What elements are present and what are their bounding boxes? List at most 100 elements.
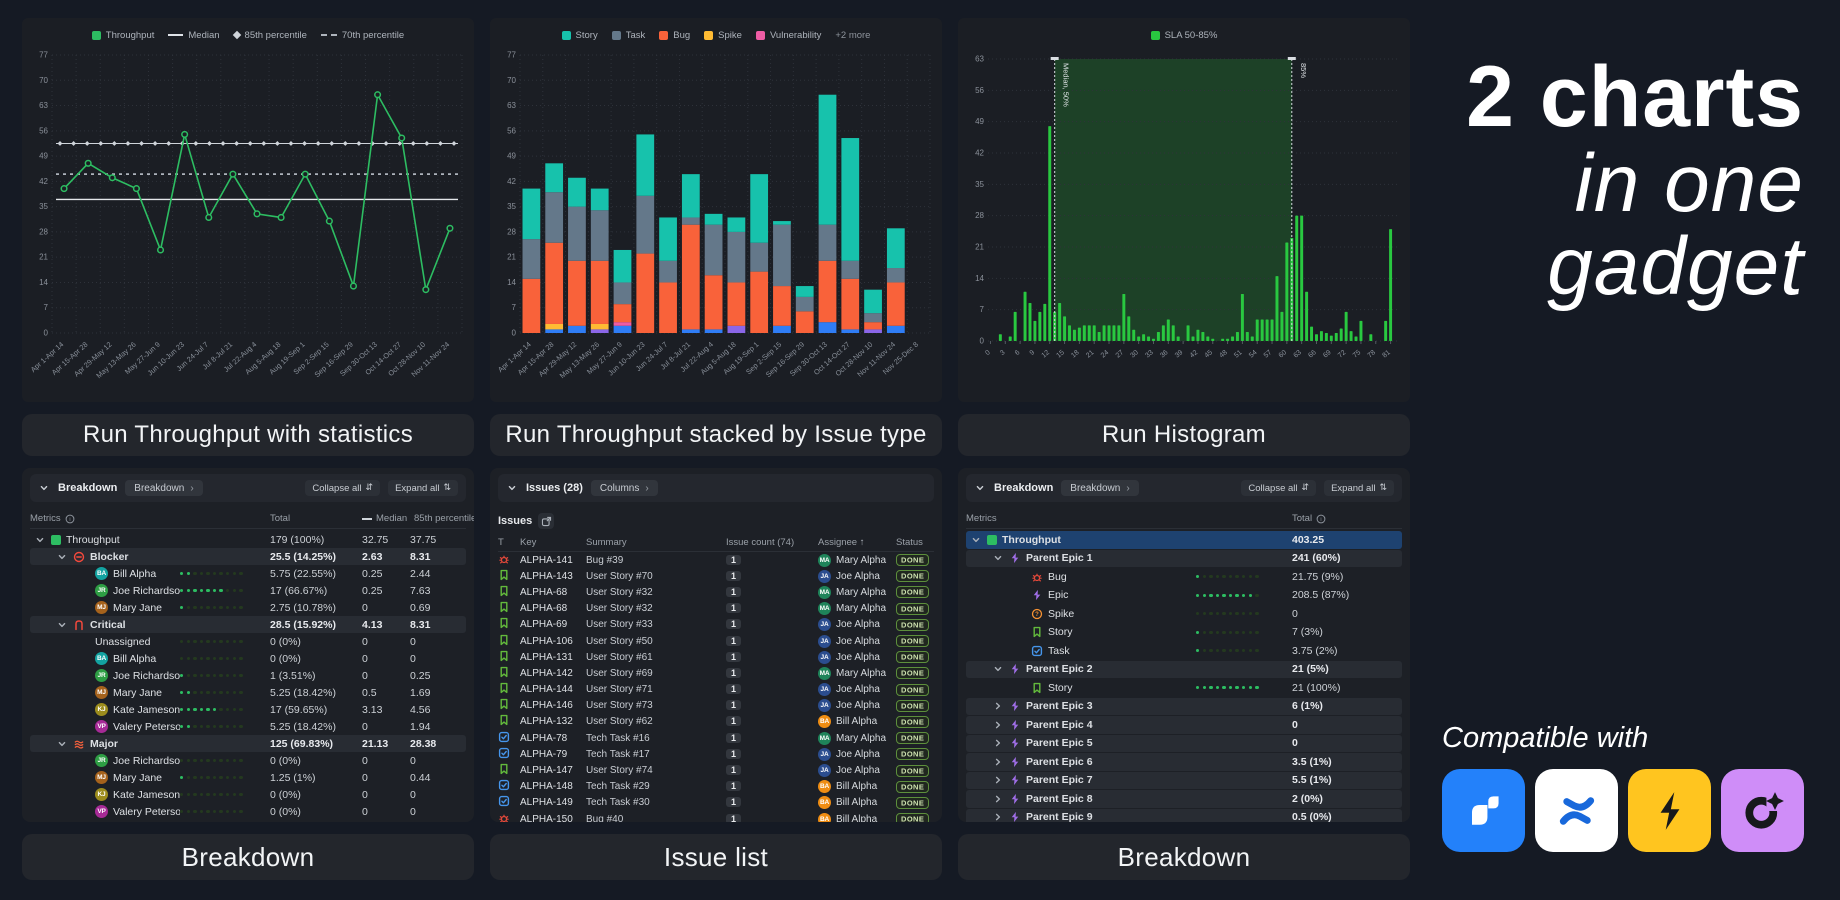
app-tile-confluence[interactable]: [1535, 769, 1618, 852]
legend-item[interactable]: Bug: [659, 30, 690, 41]
issue-row[interactable]: ALPHA-68 User Story #32 1 MAMary Alpha D…: [498, 601, 934, 617]
chevron-right-icon[interactable]: [993, 812, 1003, 822]
chevron-right-icon[interactable]: [993, 701, 1003, 711]
issue-key[interactable]: ALPHA-69: [520, 619, 586, 630]
breakdown-row[interactable]: Parent Epic 6 3.5 (1%): [966, 753, 1402, 771]
legend-item[interactable]: Story: [562, 30, 598, 41]
breakdown-row[interactable]: KJKate Jameson 0 (0%) 0 0: [30, 786, 466, 803]
breakdown-row[interactable]: Epic 208.5 (87%): [966, 587, 1402, 605]
legend-item[interactable]: Spike: [704, 30, 742, 41]
panel-breadcrumb-button[interactable]: Breakdown ›: [1061, 480, 1138, 496]
breakdown-row[interactable]: JRJoe Richardson 17 (66.67%) 0.25 7.63: [30, 582, 466, 599]
breakdown-row[interactable]: BABill Alpha 0 (0%) 0 0: [30, 650, 466, 667]
breakdown-row[interactable]: Blocker 25.5 (14.25%) 2.63 8.31: [30, 548, 466, 565]
breakdown-row[interactable]: Major 125 (69.83%) 21.13 28.38: [30, 735, 466, 752]
issue-row[interactable]: ALPHA-141 Bug #39 1 MAMary Alpha DONE: [498, 552, 934, 568]
breakdown-row[interactable]: Parent Epic 7 5.5 (1%): [966, 772, 1402, 790]
open-issues-button[interactable]: [538, 513, 554, 529]
chevron-right-icon[interactable]: [993, 757, 1003, 767]
issue-key[interactable]: ALPHA-142: [520, 668, 586, 679]
collapse-all-button[interactable]: Collapse all ⇵: [1241, 480, 1316, 496]
chevron-down-icon[interactable]: [57, 620, 67, 630]
breakdown-row[interactable]: Throughput 403.25: [966, 531, 1402, 549]
panel-breadcrumb-button[interactable]: Breakdown ›: [125, 480, 202, 496]
expand-all-button[interactable]: Expand all ⇅: [388, 480, 458, 496]
breakdown-row[interactable]: Throughput 179 (100%) 32.75 37.75: [30, 531, 466, 548]
chevron-down-icon[interactable]: [57, 552, 67, 562]
expand-all-button[interactable]: Expand all ⇅: [1324, 480, 1394, 496]
issue-key[interactable]: ALPHA-132: [520, 716, 586, 727]
app-tile-jira[interactable]: [1442, 769, 1525, 852]
breakdown-row[interactable]: MJMary Jane 2.75 (10.78%) 0 0.69: [30, 599, 466, 616]
breakdown-row[interactable]: Story 21 (100%): [966, 679, 1402, 697]
issue-key[interactable]: ALPHA-143: [520, 571, 586, 582]
chevron-down-icon[interactable]: [507, 483, 517, 493]
issue-row[interactable]: ALPHA-144 User Story #71 1 JAJoe Alpha D…: [498, 682, 934, 698]
issue-row[interactable]: ALPHA-78 Tech Task #16 1 MAMary Alpha DO…: [498, 730, 934, 746]
chevron-right-icon[interactable]: [993, 738, 1003, 748]
breakdown-row[interactable]: Parent Epic 4 0: [966, 716, 1402, 734]
issue-row[interactable]: ALPHA-149 Tech Task #30 1 BABill Alpha D…: [498, 795, 934, 811]
issue-row[interactable]: ALPHA-142 User Story #69 1 MAMary Alpha …: [498, 665, 934, 681]
legend-item[interactable]: SLA 50-85%: [1151, 30, 1218, 41]
breakdown-row[interactable]: MJMary Jane 5.25 (18.42%) 0.5 1.69: [30, 684, 466, 701]
issue-key[interactable]: ALPHA-141: [520, 555, 586, 566]
legend-item[interactable]: Median: [168, 30, 219, 41]
breakdown-row[interactable]: Parent Epic 2 21 (5%): [966, 661, 1402, 679]
columns-button[interactable]: Columns ›: [591, 480, 658, 496]
breakdown-row[interactable]: Unassigned 0 (0%) 0 0: [30, 633, 466, 650]
issue-key[interactable]: ALPHA-68: [520, 603, 586, 614]
info-icon[interactable]: i: [1316, 514, 1326, 524]
breakdown-row[interactable]: VPValery Peterson 5.25 (18.42%) 0 1.94: [30, 718, 466, 735]
breakdown-row[interactable]: Parent Epic 9 0.5 (0%): [966, 809, 1402, 823]
collapse-all-button[interactable]: Collapse all ⇵: [305, 480, 380, 496]
legend-item[interactable]: Task: [612, 30, 646, 41]
issue-row[interactable]: ALPHA-147 User Story #74 1 JAJoe Alpha D…: [498, 762, 934, 778]
legend-item[interactable]: 85th percentile: [234, 30, 307, 41]
chevron-down-icon[interactable]: [39, 483, 49, 493]
issue-key[interactable]: ALPHA-147: [520, 765, 586, 776]
breakdown-row[interactable]: Task 3.75 (2%): [966, 642, 1402, 660]
chevron-right-icon[interactable]: [993, 775, 1003, 785]
col-assignee[interactable]: Assignee ↑: [818, 537, 896, 548]
breakdown-row[interactable]: Parent Epic 5 0: [966, 735, 1402, 753]
chevron-down-icon[interactable]: [35, 535, 45, 545]
issue-key[interactable]: ALPHA-144: [520, 684, 586, 695]
issue-key[interactable]: ALPHA-131: [520, 652, 586, 663]
legend-item[interactable]: Throughput: [92, 30, 155, 41]
issue-key[interactable]: ALPHA-106: [520, 636, 586, 647]
chevron-down-icon[interactable]: [971, 535, 981, 545]
stacked-bar-chart[interactable]: 0714212835424956637077Apr 1-Apr 14Apr 15…: [494, 46, 938, 400]
issue-row[interactable]: ALPHA-146 User Story #73 1 JAJoe Alpha D…: [498, 698, 934, 714]
breakdown-row[interactable]: Parent Epic 8 2 (0%): [966, 790, 1402, 808]
issue-row[interactable]: ALPHA-148 Tech Task #29 1 BABill Alpha D…: [498, 779, 934, 795]
issue-key[interactable]: ALPHA-150: [520, 814, 586, 822]
histogram-chart[interactable]: 071421283542495663Median, 50%85%03691215…: [962, 46, 1406, 400]
issue-key[interactable]: ALPHA-146: [520, 700, 586, 711]
info-icon[interactable]: i: [65, 514, 75, 524]
app-tile-rovo[interactable]: [1721, 769, 1804, 852]
chevron-right-icon[interactable]: [993, 720, 1003, 730]
legend-item[interactable]: Vulnerability: [756, 30, 821, 41]
issue-row[interactable]: ALPHA-131 User Story #61 1 JAJoe Alpha D…: [498, 649, 934, 665]
issue-key[interactable]: ALPHA-78: [520, 733, 586, 744]
issue-row[interactable]: ALPHA-132 User Story #62 1 BABill Alpha …: [498, 714, 934, 730]
issue-row[interactable]: ALPHA-106 User Story #50 1 JAJoe Alpha D…: [498, 633, 934, 649]
chevron-down-icon[interactable]: [975, 483, 985, 493]
breakdown-row[interactable]: JRJoe Richardson 0 (0%) 0 0: [30, 752, 466, 769]
breakdown-row[interactable]: Parent Epic 3 6 (1%): [966, 698, 1402, 716]
issue-row[interactable]: ALPHA-68 User Story #32 1 MAMary Alpha D…: [498, 584, 934, 600]
open-in-new-icon[interactable]: [541, 516, 552, 527]
issue-row[interactable]: ALPHA-79 Tech Task #17 1 JAJoe Alpha DON…: [498, 746, 934, 762]
breakdown-row[interactable]: VPValery Peterson 0 (0%) 0 0: [30, 803, 466, 820]
breakdown-row[interactable]: MJMary Jane 1.25 (1%) 0 0.44: [30, 769, 466, 786]
breakdown-row[interactable]: Parent Epic 1 241 (60%): [966, 550, 1402, 568]
issue-key[interactable]: ALPHA-79: [520, 749, 586, 760]
breakdown-row[interactable]: Story 7 (3%): [966, 624, 1402, 642]
chevron-down-icon[interactable]: [993, 553, 1003, 563]
chevron-down-icon[interactable]: [57, 739, 67, 749]
breakdown-row[interactable]: KJKate Jameson 17 (59.65%) 3.13 4.56: [30, 701, 466, 718]
chevron-right-icon[interactable]: [993, 794, 1003, 804]
legend-item[interactable]: +2 more: [835, 30, 870, 41]
issue-key[interactable]: ALPHA-149: [520, 797, 586, 808]
